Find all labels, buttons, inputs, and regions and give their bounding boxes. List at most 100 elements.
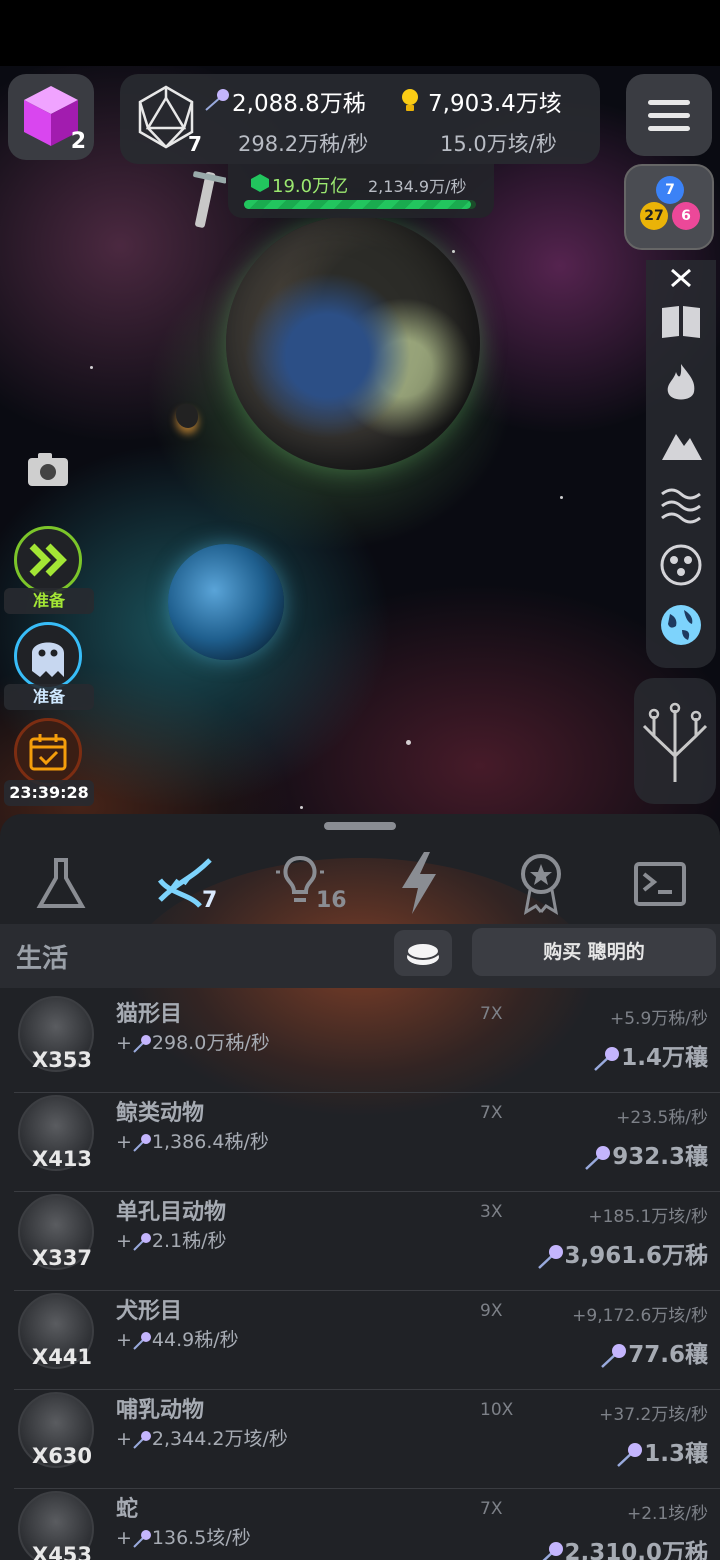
star xyxy=(90,366,93,369)
species-name: 单孔目动物 xyxy=(116,1200,227,1225)
terminal-icon[interactable] xyxy=(626,850,696,916)
species-gain: +37.2万垓/秒 xyxy=(599,1405,708,1425)
species-cost[interactable]: 932.3穰 xyxy=(584,1137,708,1171)
cube-button[interactable]: 2 xyxy=(8,74,94,160)
atom-button[interactable]: 7 27 6 xyxy=(624,164,714,250)
star xyxy=(406,740,411,745)
progress-bar xyxy=(244,200,476,209)
tab-dna[interactable]: 7 xyxy=(146,850,236,920)
evolution-progress: 19.0万亿 2,134.9万/秒 xyxy=(228,164,494,218)
bottom-panel: 7 16 生活 购买 聰明的 X353 猫形目 +298.0万秭/秒 7X +5… xyxy=(0,814,720,1560)
level-count: 7 xyxy=(188,132,202,156)
species-row[interactable]: X337 单孔目动物 +2.1秭/秒 3X +185.1万垓/秒 3,961.6万秭 xyxy=(14,1192,720,1291)
species-gain: +9,172.6万垓/秒 xyxy=(572,1306,708,1326)
species-cost[interactable]: 77.6穰 xyxy=(600,1335,708,1369)
coins-button[interactable] xyxy=(394,930,452,976)
ideas-badge: 16 xyxy=(316,888,347,913)
event-timer: 23:39:28 xyxy=(4,780,94,806)
resource-1-rate: 298.2万秭/秒 xyxy=(238,132,369,156)
comet-icon xyxy=(585,1145,611,1170)
progress-fill xyxy=(244,200,472,209)
camera-icon[interactable] xyxy=(26,450,70,488)
comet-icon xyxy=(205,89,229,111)
menu-button[interactable] xyxy=(626,74,712,156)
atom-yellow: 27 xyxy=(640,202,668,230)
species-name: 猫形目 xyxy=(116,1002,183,1027)
species-gain: +5.9万秭/秒 xyxy=(609,1009,708,1029)
progress-amount: 19.0万亿 xyxy=(272,176,349,197)
globe-icon[interactable] xyxy=(658,602,704,648)
drag-handle[interactable] xyxy=(324,822,396,830)
hamburger-icon xyxy=(648,100,690,105)
fast-forward-button[interactable] xyxy=(14,526,82,594)
asteroid[interactable] xyxy=(176,404,198,428)
comet-icon xyxy=(133,1430,151,1449)
species-count: X453 xyxy=(32,1543,93,1560)
resource-1-value: 2,088.8万秭 xyxy=(232,91,366,117)
species-multiplier: 3X xyxy=(480,1202,503,1222)
cells-icon[interactable] xyxy=(658,542,704,588)
species-count: X353 xyxy=(32,1048,93,1072)
species-name: 鲸类动物 xyxy=(116,1101,205,1126)
resource-panel[interactable]: 7 2,088.8万秭 298.2万秭/秒 7,903.4万垓 15.0万垓/秒 xyxy=(120,74,600,164)
home-planet[interactable] xyxy=(226,216,480,470)
species-multiplier: 9X xyxy=(480,1301,503,1321)
comet-icon xyxy=(594,1046,620,1071)
species-cost[interactable]: 2,310.0万秭 xyxy=(537,1533,708,1560)
medal-icon[interactable] xyxy=(506,850,576,916)
satellite-icon[interactable] xyxy=(186,168,226,234)
ghost-icon xyxy=(32,642,64,677)
evolution-tree-button[interactable] xyxy=(634,678,716,804)
species-multiplier: 10X xyxy=(480,1400,514,1420)
fast-forward-icon xyxy=(29,543,67,577)
cube-count: 2 xyxy=(70,129,86,154)
species-production: +136.5垓/秒 xyxy=(116,1527,251,1549)
species-production: +44.9秭/秒 xyxy=(116,1329,239,1351)
species-row[interactable]: X453 蛇 +136.5垓/秒 7X +2.1垓/秒 2,310.0万秭 xyxy=(14,1489,720,1560)
progress-rate: 2,134.9万/秒 xyxy=(368,177,467,196)
species-production: +2.1秭/秒 xyxy=(116,1230,227,1252)
section-header: 生活 购买 聰明的 xyxy=(0,924,720,988)
species-production: +1,386.4秭/秒 xyxy=(116,1131,269,1153)
species-count: X630 xyxy=(32,1444,93,1468)
species-multiplier: 7X xyxy=(480,1004,503,1024)
gem-icon xyxy=(251,174,269,192)
comet-icon xyxy=(537,1244,563,1269)
species-row[interactable]: X353 猫形目 +298.0万秭/秒 7X +5.9万秭/秒 1.4万穰 xyxy=(14,994,720,1093)
comet-icon xyxy=(133,1034,151,1053)
d20-icon xyxy=(138,85,194,149)
star xyxy=(300,806,303,809)
comet-icon xyxy=(133,1331,151,1350)
species-multiplier: 7X xyxy=(480,1103,503,1123)
species-name: 哺乳动物 xyxy=(116,1398,205,1423)
species-cost[interactable]: 1.4万穰 xyxy=(593,1038,708,1072)
comet-icon xyxy=(133,1133,151,1152)
fire-icon[interactable] xyxy=(658,360,704,406)
buy-smart-button[interactable]: 购买 聰明的 xyxy=(472,928,716,976)
book-icon[interactable] xyxy=(658,298,704,344)
comet-icon xyxy=(617,1442,643,1467)
ghost-button[interactable] xyxy=(14,622,82,690)
species-row[interactable]: X441 犬形目 +44.9秭/秒 9X +9,172.6万垓/秒 77.6穰 xyxy=(14,1291,720,1390)
species-cost[interactable]: 3,961.6万秭 xyxy=(537,1236,708,1270)
water-waves-icon[interactable] xyxy=(658,482,704,528)
comet-icon xyxy=(133,1529,151,1548)
evolution-tree-icon xyxy=(642,702,708,782)
mountain-icon[interactable] xyxy=(658,422,704,468)
species-gain: +2.1垓/秒 xyxy=(626,1504,708,1524)
species-production: +2,344.2万垓/秒 xyxy=(116,1428,288,1450)
daily-event-button[interactable] xyxy=(14,718,82,786)
ready-label-2: 准备 xyxy=(4,684,94,710)
species-cost[interactable]: 1.3穰 xyxy=(616,1434,708,1468)
comet-icon xyxy=(601,1343,627,1368)
flask-icon[interactable] xyxy=(26,850,96,916)
lightning-icon[interactable] xyxy=(386,850,456,916)
species-row[interactable]: X630 哺乳动物 +2,344.2万垓/秒 10X +37.2万垓/秒 1.3穰 xyxy=(14,1390,720,1489)
species-name: 蛇 xyxy=(116,1497,139,1522)
tab-ideas[interactable]: 16 xyxy=(266,850,356,920)
moon-planet[interactable] xyxy=(168,544,284,660)
ready-label-1: 准备 xyxy=(4,588,94,614)
atom-blue: 7 xyxy=(656,176,684,204)
species-gain: +23.5秭/秒 xyxy=(616,1108,708,1128)
species-row[interactable]: X413 鲸类动物 +1,386.4秭/秒 7X +23.5秭/秒 932.3穰 xyxy=(14,1093,720,1192)
